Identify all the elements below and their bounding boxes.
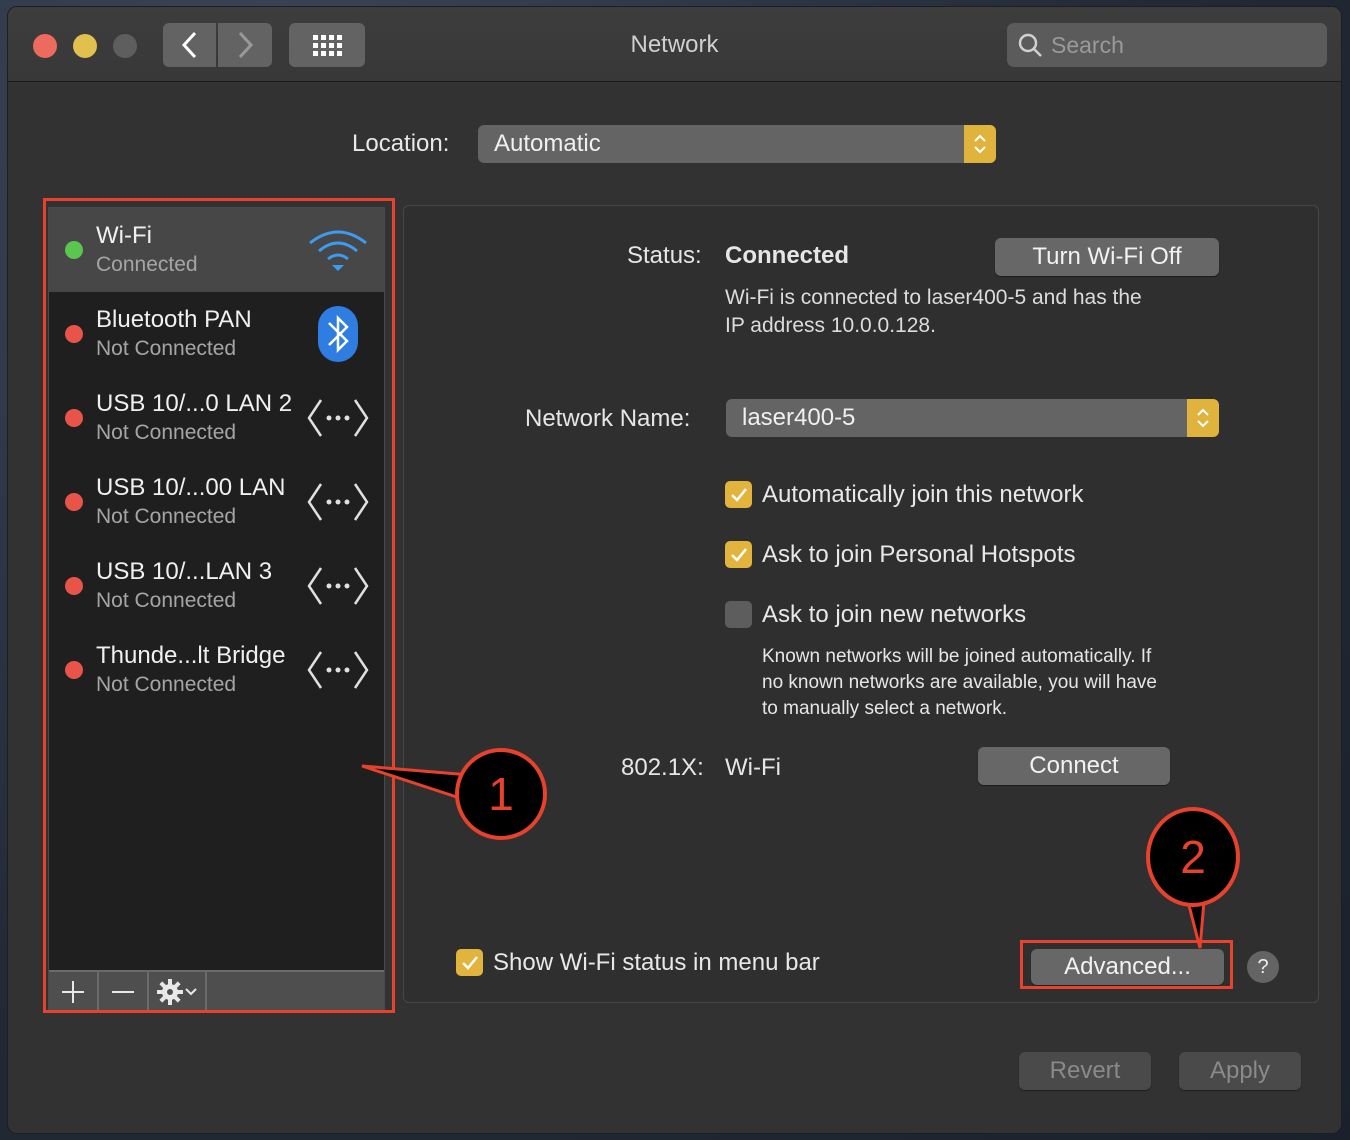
annotation-callout-2: 2 xyxy=(1146,807,1240,907)
annotation-pointers xyxy=(361,764,1207,949)
callout1-pointer xyxy=(361,764,472,802)
annotation-callout-1: 1 xyxy=(455,748,547,840)
